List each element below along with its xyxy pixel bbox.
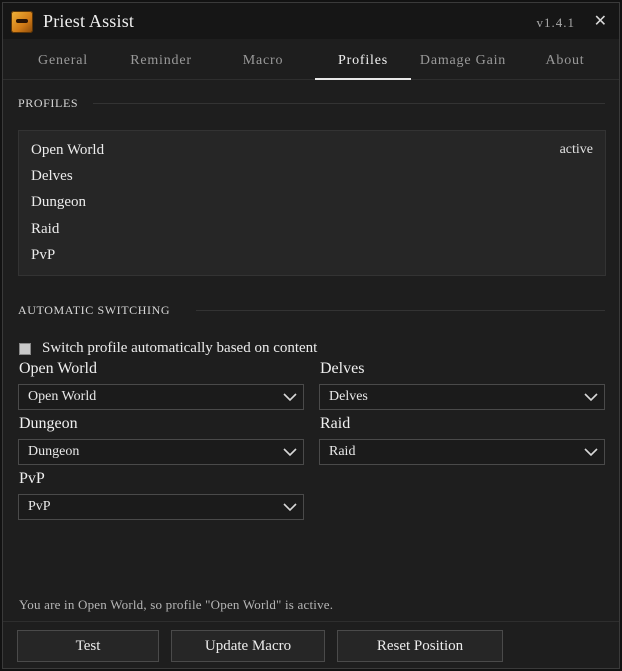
test-button[interactable]: Test [17,630,159,662]
tab-reminder[interactable]: Reminder [111,43,211,79]
auto-switch-checkbox[interactable] [19,343,31,355]
pvp-field-label: PvP [19,470,45,487]
profile-name: Dungeon [31,194,86,210]
update-macro-button[interactable]: Update Macro [171,630,325,662]
profile-list: Open World active Delves Dungeon Raid Pv… [18,130,606,276]
profile-item-pvp[interactable]: PvP [31,243,593,267]
window-title: Priest Assist [43,11,135,31]
title-bar[interactable]: Priest Assist v1.4.1 ✕ [3,3,619,39]
tab-bar: General Reminder Macro Profiles Damage G… [3,43,619,80]
profile-name: Raid [31,221,60,237]
chevron-down-icon [283,393,297,402]
raid-field-label: Raid [320,415,351,432]
profile-item-dungeon[interactable]: Dungeon [31,190,593,214]
auto-switch-checkbox-label: Switch profile automatically based on co… [42,340,318,356]
open-world-profile-select[interactable]: Open World [18,384,304,410]
profile-name: Open World [31,142,105,158]
close-icon[interactable]: ✕ [594,11,607,30]
pvp-profile-select[interactable]: PvP [18,494,304,520]
tab-macro[interactable]: Macro [213,43,313,79]
tab-general[interactable]: General [9,43,117,79]
profile-active-badge: active [559,142,593,157]
dungeon-field-label: Dungeon [19,415,78,432]
profile-item-raid[interactable]: Raid [31,217,593,241]
dungeon-profile-select[interactable]: Dungeon [18,439,304,465]
profiles-section-title: PROFILES [18,96,79,110]
active-profile-status: You are in Open World, so profile "Open … [19,597,334,612]
reset-position-button[interactable]: Reset Position [337,630,503,662]
raid-profile-select[interactable]: Raid [319,439,605,465]
select-value: Delves [329,389,368,404]
profile-item-delves[interactable]: Delves [31,164,593,188]
delves-field-label: Delves [320,360,365,377]
chevron-down-icon [283,503,297,512]
profile-name: Delves [31,168,73,184]
version-label: v1.4.1 [536,15,575,30]
select-value: Dungeon [28,444,80,459]
tab-damage-gain[interactable]: Damage Gain [413,43,513,79]
priest-portrait-icon [11,11,33,33]
tab-profiles[interactable]: Profiles [315,43,411,80]
open-world-field-label: Open World [19,360,97,377]
tab-about[interactable]: About [515,43,615,79]
auto-switch-section-title: AUTOMATIC SWITCHING [18,303,171,317]
footer-bar: Test Update Macro Reset Position [3,621,619,668]
priest-assist-window: Priest Assist v1.4.1 ✕ General Reminder … [2,2,620,669]
profile-item-open-world[interactable]: Open World active [31,138,593,162]
chevron-down-icon [283,448,297,457]
select-value: Raid [329,444,356,459]
select-value: Open World [28,389,97,404]
chevron-down-icon [584,393,598,402]
profiles-section-divider [93,103,605,104]
chevron-down-icon [584,448,598,457]
profile-name: PvP [31,247,56,263]
auto-switch-section-divider [196,310,605,311]
select-value: PvP [28,499,51,514]
delves-profile-select[interactable]: Delves [319,384,605,410]
